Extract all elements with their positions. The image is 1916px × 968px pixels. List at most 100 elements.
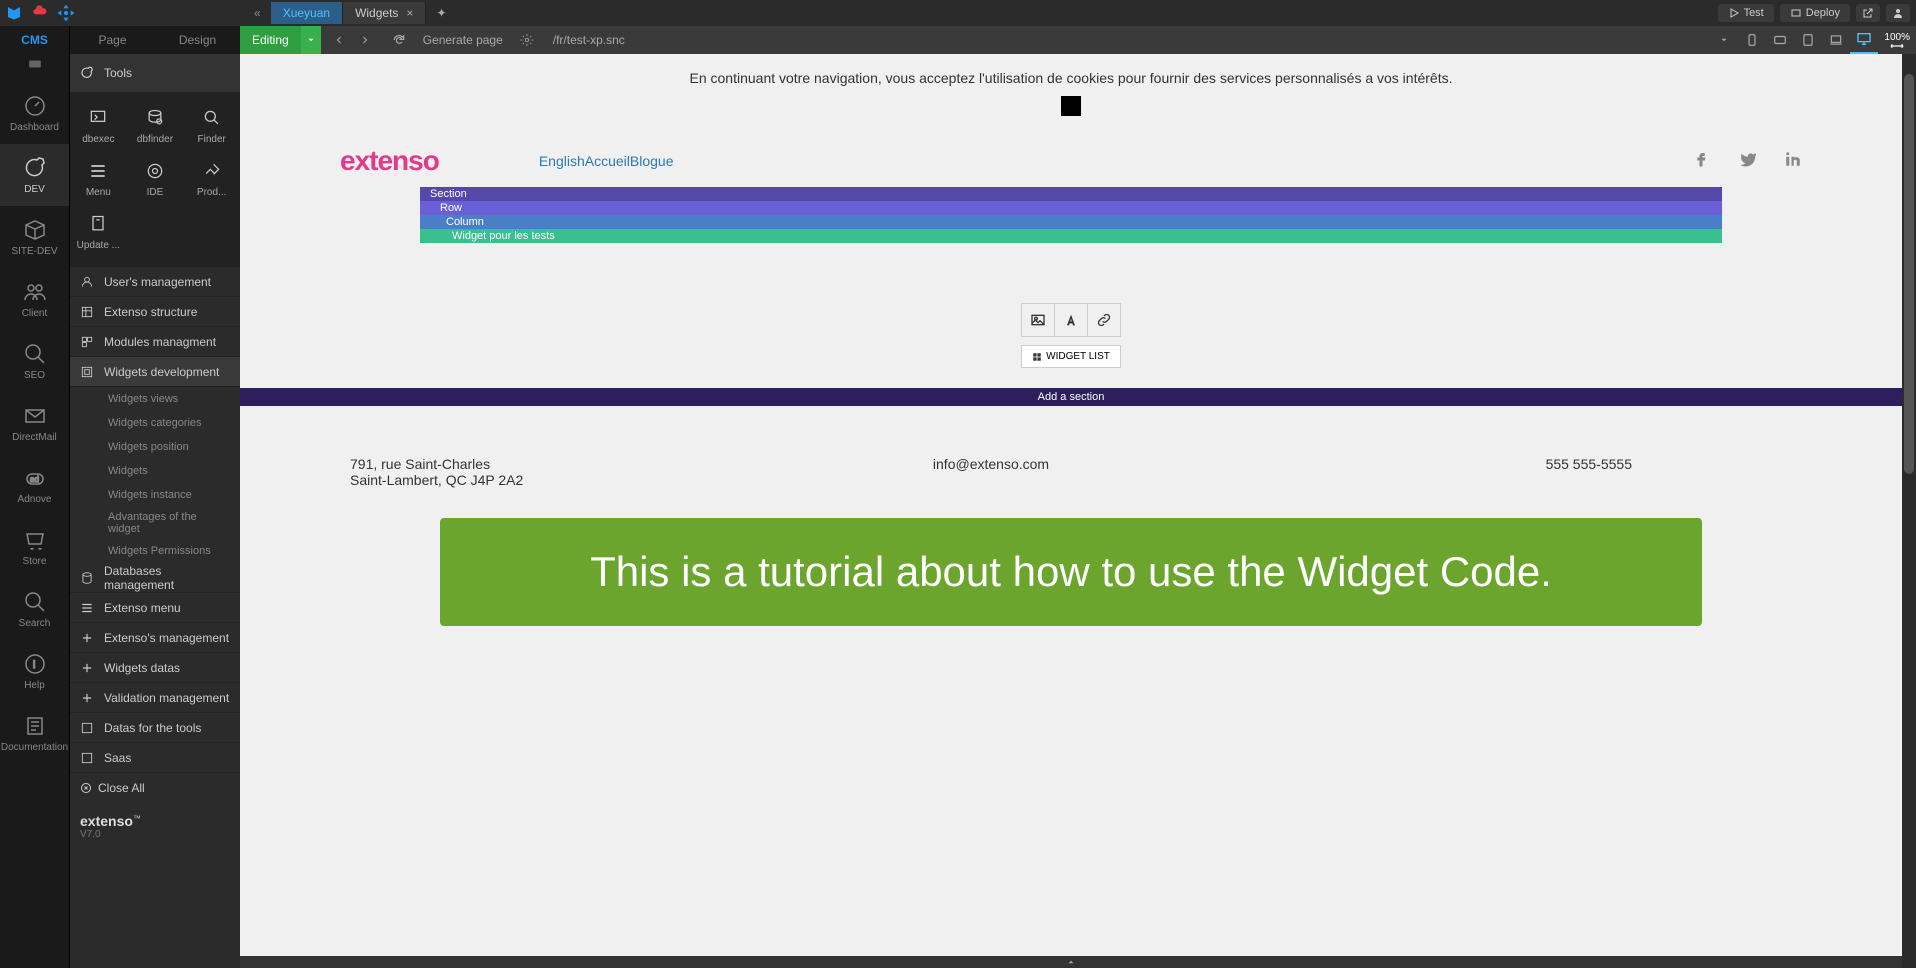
tool-update[interactable]: Update ... (70, 206, 127, 259)
dropdown-button[interactable] (1710, 26, 1738, 54)
tool-dbfinder[interactable]: dbfinder (127, 100, 184, 153)
menu-saas[interactable]: Saas (70, 743, 240, 773)
menu-structure[interactable]: Extenso structure (70, 297, 240, 327)
rail-sitedev[interactable]: SITE-DEV (0, 206, 69, 268)
cloud-icon[interactable] (32, 5, 48, 21)
link-icon[interactable] (1088, 304, 1120, 336)
rail-adnove[interactable]: adAdnove (0, 454, 69, 516)
menu-widgets-datas[interactable]: Widgets datas (70, 653, 240, 683)
bar-column[interactable]: Column (420, 215, 1722, 229)
submenu-views[interactable]: Widgets views (70, 387, 240, 411)
footer-email: info@extenso.com (777, 456, 1204, 488)
linkedin-icon[interactable] (1784, 150, 1802, 173)
add-section-button[interactable]: Add a section (240, 388, 1902, 406)
rail-documentation[interactable]: Documentation (0, 702, 69, 764)
submenu-widgets[interactable]: Widgets (70, 459, 240, 483)
menu-users[interactable]: User's management (70, 267, 240, 297)
tabs-chevron-left[interactable]: « (254, 6, 261, 20)
rail-dev[interactable]: DEV (0, 144, 69, 206)
settings-button[interactable] (515, 33, 539, 47)
menu-widgets-dev[interactable]: Widgets development (70, 357, 240, 387)
close-icon[interactable]: × (406, 6, 413, 20)
gear-icon[interactable] (58, 5, 74, 21)
device-laptop[interactable] (1822, 26, 1850, 54)
image-icon[interactable] (1022, 304, 1055, 336)
widget-type-icons (1021, 303, 1121, 337)
structure-bars: Section Row Column Widget pour les tests (420, 187, 1722, 243)
tab-design[interactable]: Design (155, 26, 240, 54)
nav-back[interactable] (327, 26, 351, 54)
menu-extenso-menu[interactable]: Extenso menu (70, 593, 240, 623)
tool-finder[interactable]: Finder (183, 100, 240, 153)
menu-modules[interactable]: Modules managment (70, 327, 240, 357)
scrollbar[interactable] (1902, 54, 1916, 968)
main-toolbar: Editing Generate page /fr/test-xp.snc 10… (240, 26, 1916, 54)
sidepanel: Page Design Tools dbexec dbfinder Finder… (70, 26, 240, 968)
add-tab-button[interactable]: ✦ (426, 2, 456, 24)
editing-chevron[interactable] (301, 26, 321, 54)
external-link-button[interactable] (1856, 4, 1880, 22)
nav-home[interactable]: Accueil (585, 153, 630, 169)
submenu-categories[interactable]: Widgets categories (70, 411, 240, 435)
twitter-icon[interactable] (1738, 150, 1756, 173)
tool-ide[interactable]: IDE (127, 153, 184, 206)
url-display[interactable]: /fr/test-xp.snc (545, 26, 633, 54)
zoom-indicator[interactable]: 100% (1878, 32, 1916, 49)
tool-prod[interactable]: Prod... (183, 153, 240, 206)
deploy-button[interactable]: Deploy (1780, 4, 1850, 22)
tab-xueyuan[interactable]: Xueyuan (271, 2, 343, 24)
bar-widget[interactable]: Widget pour les tests (420, 229, 1722, 243)
widget-list-button[interactable]: WIDGET LIST (1021, 345, 1121, 368)
nav-forward[interactable] (353, 26, 377, 54)
device-mobile[interactable] (1738, 26, 1766, 54)
topbar-tabs: « Xueyuan Widgets× ✦ (254, 2, 457, 24)
refresh-button[interactable] (387, 33, 411, 47)
menu-datas-tools[interactable]: Datas for the tools (70, 713, 240, 743)
cms-header[interactable]: CMS (0, 26, 69, 54)
nav-blog[interactable]: Blogue (630, 153, 674, 169)
logo-icon[interactable] (6, 5, 22, 21)
device-tablet-h[interactable] (1766, 26, 1794, 54)
cookie-close-button[interactable] (1061, 96, 1081, 116)
rail-directmail[interactable]: DirectMail (0, 392, 69, 454)
nav-links: EnglishAccueilBlogue (539, 153, 674, 169)
menu-extenso-mgmt[interactable]: Extenso's management (70, 623, 240, 653)
editing-button[interactable]: Editing (240, 26, 301, 54)
tool-dbexec[interactable]: dbexec (70, 100, 127, 153)
rail-search[interactable]: Search (0, 578, 69, 640)
tool-menu[interactable]: Menu (70, 153, 127, 206)
rail-help[interactable]: iHelp (0, 640, 69, 702)
rail-client[interactable]: Client (0, 268, 69, 330)
rail-seo[interactable]: SEO (0, 330, 69, 392)
bar-row[interactable]: Row (420, 201, 1722, 215)
text-icon[interactable] (1055, 304, 1088, 336)
test-button[interactable]: Test (1718, 4, 1774, 22)
submenu-instance[interactable]: Widgets instance (70, 483, 240, 507)
rail-dashboard[interactable]: Dashboard (0, 82, 69, 144)
close-all-button[interactable]: Close All (70, 773, 240, 803)
nav-lang[interactable]: English (539, 153, 585, 169)
device-tablet-v[interactable] (1794, 26, 1822, 54)
bottom-panel-toggle[interactable] (240, 956, 1902, 968)
device-desktop[interactable] (1850, 26, 1878, 54)
address-line1: 791, rue Saint-Charles (350, 456, 777, 472)
bar-section[interactable]: Section (420, 187, 1722, 201)
tab-widgets[interactable]: Widgets× (343, 2, 426, 24)
tools-header[interactable]: Tools (70, 54, 240, 92)
menu-validation[interactable]: Validation management (70, 683, 240, 713)
submenu-position[interactable]: Widgets position (70, 435, 240, 459)
scrollbar-thumb[interactable] (1904, 74, 1914, 474)
facebook-icon[interactable] (1692, 150, 1710, 173)
rail-sub-icon[interactable] (0, 54, 69, 74)
rail-store[interactable]: Store (0, 516, 69, 578)
site-logo[interactable]: extenso (340, 145, 439, 177)
menu-databases[interactable]: Databases management (70, 563, 240, 593)
svg-text:i: i (33, 660, 35, 671)
user-button[interactable] (1886, 4, 1910, 22)
tab-page[interactable]: Page (70, 26, 155, 54)
generate-page-button[interactable]: Generate page (411, 33, 515, 47)
cookie-bar: En continuant votre navigation, vous acc… (240, 54, 1902, 135)
submenu-advantages[interactable]: Advantages of the widget (70, 507, 240, 539)
submenu-permissions[interactable]: Widgets Permissions (70, 539, 240, 563)
svg-text:ad: ad (30, 475, 39, 484)
